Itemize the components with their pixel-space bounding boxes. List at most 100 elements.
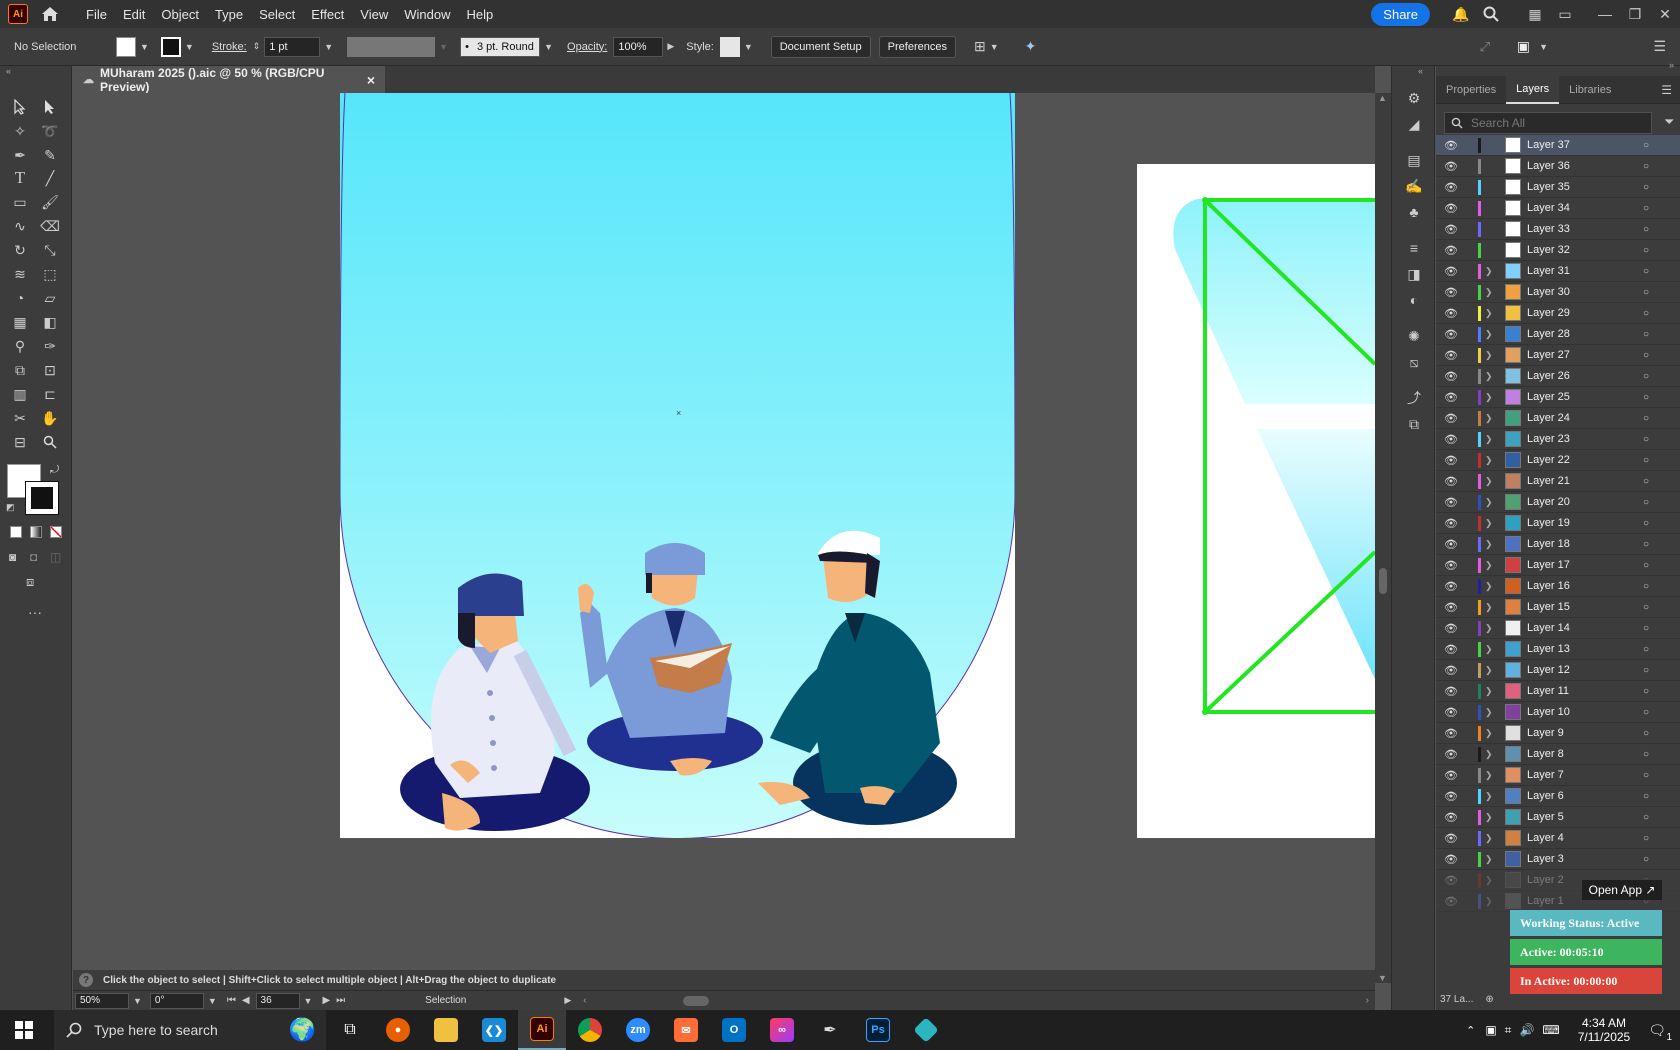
transparency-icon[interactable]: ◐ (1404, 290, 1424, 310)
layer-row[interactable]: 👁 ❯ Layer 28 ○ (1436, 324, 1680, 345)
home-icon[interactable] (40, 4, 60, 24)
artboard-tool-icon[interactable]: ⊏ (38, 383, 62, 405)
target-circle-icon[interactable]: ○ (1643, 350, 1649, 361)
eye-icon[interactable]: 👁 (1444, 790, 1464, 803)
fill-swatch[interactable] (116, 36, 136, 57)
eye-icon[interactable]: 👁 (1444, 223, 1464, 236)
draw-normal-icon[interactable]: ◙ (9, 550, 16, 564)
measure-tool-icon[interactable]: ✑ (38, 335, 62, 357)
direct-selection-tool-icon[interactable] (38, 96, 62, 118)
gradient-panel-icon[interactable]: ◨ (1404, 264, 1424, 284)
target-circle-icon[interactable]: ○ (1643, 581, 1649, 592)
layer-row[interactable]: 👁 Layer 37 ○ (1436, 135, 1680, 156)
target-circle-icon[interactable]: ○ (1643, 434, 1649, 445)
layer-row[interactable]: 👁 ❯ Layer 14 ○ (1436, 618, 1680, 639)
color-mode-icon[interactable] (10, 526, 22, 538)
layer-row[interactable]: 👁 ❯ Layer 7 ○ (1436, 765, 1680, 786)
target-circle-icon[interactable]: ○ (1643, 665, 1649, 676)
expand-arrow-icon[interactable]: ❯ (1485, 686, 1497, 697)
menu-object[interactable]: Object (153, 7, 207, 22)
stroke-weight-field[interactable]: 1 pt (264, 36, 321, 57)
eye-icon[interactable]: 👁 (1444, 244, 1464, 257)
eye-icon[interactable]: 👁 (1444, 601, 1464, 614)
target-circle-icon[interactable]: ○ (1643, 203, 1649, 214)
rectangle-tool-icon[interactable]: ▭ (8, 191, 32, 213)
symbols-icon[interactable]: ♣ (1404, 202, 1424, 222)
eye-icon[interactable]: 👁 (1444, 622, 1464, 635)
eye-icon[interactable]: 👁 (1444, 349, 1464, 362)
layer-row[interactable]: 👁 ❯ Layer 9 ○ (1436, 723, 1680, 744)
eye-icon[interactable]: 👁 (1444, 391, 1464, 404)
eye-icon[interactable]: 👁 (1444, 475, 1464, 488)
shape-builder-tool-icon[interactable]: ◔ (8, 287, 32, 309)
expand-arrow-icon[interactable]: ❯ (1485, 266, 1497, 277)
expand-arrow-icon[interactable]: ❯ (1485, 749, 1497, 760)
zoom-field[interactable]: 50% (75, 992, 129, 1009)
close-icon[interactable]: ✕ (1650, 0, 1680, 28)
chevron-down-icon[interactable]: ▼ (208, 996, 217, 1006)
column-graph-tool-icon[interactable]: ▥ (8, 383, 32, 405)
target-circle-icon[interactable]: ○ (1643, 728, 1649, 739)
rotation-field[interactable]: 0° (149, 992, 204, 1009)
layer-row[interactable]: 👁 ❯ Layer 27 ○ (1436, 345, 1680, 366)
layer-row[interactable]: 👁 ❯ Layer 16 ○ (1436, 576, 1680, 597)
target-circle-icon[interactable]: ○ (1643, 686, 1649, 697)
last-artboard-icon[interactable]: ⏭ (336, 995, 345, 1006)
chevron-down-icon[interactable]: ▼ (1539, 42, 1548, 52)
expand-arrow-icon[interactable]: ❯ (1485, 308, 1497, 319)
stroke-swatch[interactable] (160, 36, 181, 57)
zoom-tool-icon[interactable] (38, 431, 62, 453)
layer-row[interactable]: 👁 ❯ Layer 4 ○ (1436, 828, 1680, 849)
workspace-icon[interactable]: ▭ (1550, 0, 1580, 28)
chevron-down-icon[interactable]: ▼ (185, 42, 194, 52)
locate-object-icon[interactable]: ⊕ (1485, 994, 1493, 1005)
eye-icon[interactable]: 👁 (1444, 454, 1464, 467)
artboard-main[interactable]: × (339, 93, 1016, 839)
chevron-down-icon[interactable]: ▼ (133, 996, 142, 1006)
more-tools-icon[interactable]: ··· (28, 604, 42, 620)
align-icon[interactable]: ⊞ (974, 38, 986, 55)
expand-arrow-icon[interactable]: ❯ (1485, 665, 1497, 676)
expand-arrow-icon[interactable]: ❯ (1485, 455, 1497, 466)
chevron-down-icon[interactable]: ▼ (304, 996, 313, 1006)
gradient-mode-icon[interactable] (30, 526, 42, 538)
opacity-field[interactable]: 100% (613, 36, 664, 57)
notification-icon[interactable]: 🗨 1 (1648, 1022, 1672, 1043)
search-icon[interactable] (1476, 0, 1506, 28)
eye-icon[interactable]: 👁 (1444, 748, 1464, 761)
target-circle-icon[interactable]: ○ (1643, 539, 1649, 550)
chrome-icon[interactable] (566, 1010, 614, 1050)
hand-tool-icon[interactable]: ✋ (38, 407, 62, 429)
layer-row[interactable]: 👁 ❯ Layer 31 ○ (1436, 261, 1680, 282)
color-guide-icon[interactable]: ✺ (1404, 326, 1424, 346)
target-circle-icon[interactable]: ○ (1643, 791, 1649, 802)
collapse-panel-icon[interactable]: » (1669, 60, 1674, 70)
layer-row[interactable]: 👁 ❯ Layer 18 ○ (1436, 534, 1680, 555)
brush-definition[interactable]: • 3 pt. Round (460, 36, 541, 57)
none-mode-icon[interactable] (50, 526, 62, 538)
expand-arrow-icon[interactable]: ❯ (1485, 812, 1497, 823)
target-circle-icon[interactable]: ○ (1643, 224, 1649, 235)
menu-window[interactable]: Window (396, 7, 458, 22)
stepper-icon[interactable]: ⇕ (253, 41, 261, 52)
layer-row[interactable]: 👁 ❯ Layer 20 ○ (1436, 492, 1680, 513)
swatches-icon[interactable]: ▤ (1404, 150, 1424, 170)
type-tool-icon[interactable]: T (8, 167, 32, 189)
first-artboard-icon[interactable]: ⏮ (227, 995, 236, 1006)
free-transform-tool-icon[interactable]: ⬚ (38, 263, 62, 285)
expand-arrow-icon[interactable]: ❯ (1485, 875, 1497, 886)
target-circle-icon[interactable]: ○ (1643, 476, 1649, 487)
brushes-icon[interactable]: ✍ (1404, 176, 1424, 196)
scroll-left-icon[interactable]: ‹ (583, 995, 586, 1006)
pen-tool-icon[interactable]: ✒ (8, 144, 32, 166)
menu-select[interactable]: Select (251, 7, 303, 22)
chevron-down-icon[interactable]: ▼ (990, 42, 999, 52)
windows-start-icon[interactable] (0, 1010, 48, 1050)
layer-row[interactable]: 👁 ❯ Layer 6 ○ (1436, 786, 1680, 807)
expand-arrow-icon[interactable]: ❯ (1485, 707, 1497, 718)
symbol-sprayer-tool-icon[interactable]: ⊡ (38, 359, 62, 381)
menu-effect[interactable]: Effect (303, 7, 352, 22)
panel-toggle-icon[interactable]: ▣ (1517, 38, 1530, 55)
eye-icon[interactable]: 👁 (1444, 433, 1464, 446)
document-tab[interactable]: ☁ MUharam 2025 ().aic @ 50 % (RGB/CPU Pr… (73, 66, 385, 94)
